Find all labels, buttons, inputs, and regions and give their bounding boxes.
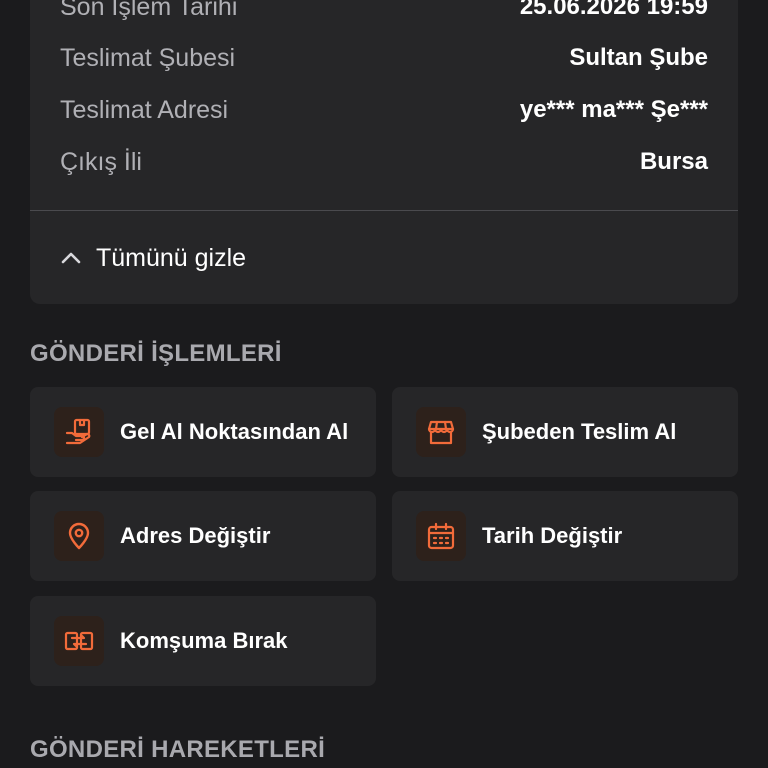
leave-with-neighbor-label: Komşuma Bırak bbox=[120, 628, 288, 653]
detail-row-delivery-address: Teslimat Adresi ye*** ma*** Şe*** bbox=[60, 90, 708, 130]
change-address-label: Adres Değiştir bbox=[120, 523, 271, 548]
map-pin-icon bbox=[54, 511, 104, 561]
hide-all-label: Tümünü gizle bbox=[96, 243, 247, 272]
shipment-details-card: Son İşlem Tarihi 25.06.2026 19:59 Teslim… bbox=[30, 0, 738, 304]
detail-label: Teslimat Şubesi bbox=[60, 43, 236, 72]
pickup-point-label: Gel Al Noktasından Al bbox=[120, 419, 349, 444]
hide-all-toggle[interactable]: Tümünü gizle bbox=[60, 238, 246, 278]
divider bbox=[30, 210, 738, 211]
detail-value: Sultan Şube bbox=[569, 44, 708, 71]
chevron-up-icon bbox=[60, 247, 82, 269]
calendar-icon bbox=[416, 511, 466, 561]
detail-value: Bursa bbox=[639, 148, 708, 175]
pickup-point-button[interactable]: Gel Al Noktasından Al bbox=[30, 387, 376, 477]
leave-with-neighbor-button[interactable]: Komşuma Bırak bbox=[30, 596, 376, 686]
branch-pickup-label: Şubeden Teslim Al bbox=[482, 419, 677, 444]
pickup-point-icon bbox=[54, 407, 104, 457]
branch-pickup-button[interactable]: Şubeden Teslim Al bbox=[392, 387, 738, 477]
detail-label: Teslimat Adresi bbox=[60, 95, 229, 124]
detail-value: ye*** ma*** Şe*** bbox=[519, 96, 708, 123]
neighbor-transfer-icon bbox=[54, 616, 104, 666]
change-date-button[interactable]: Tarih Değiştir bbox=[392, 491, 738, 581]
detail-label: Çıkış İli bbox=[60, 147, 142, 176]
detail-row-delivery-branch: Teslimat Şubesi Sultan Şube bbox=[60, 38, 708, 78]
store-icon bbox=[416, 407, 466, 457]
shipment-movements-title: GÖNDERİ HAREKETLERİ bbox=[30, 736, 326, 763]
detail-row-last-operation: Son İşlem Tarihi 25.06.2026 19:59 bbox=[60, 0, 708, 27]
change-date-label: Tarih Değiştir bbox=[482, 523, 623, 548]
detail-row-origin-city: Çıkış İli Bursa bbox=[60, 142, 708, 182]
shipment-actions-title: GÖNDERİ İŞLEMLERİ bbox=[30, 340, 282, 367]
detail-label: Son İşlem Tarihi bbox=[60, 0, 238, 21]
change-address-button[interactable]: Adres Değiştir bbox=[30, 491, 376, 581]
detail-value: 25.06.2026 19:59 bbox=[519, 0, 708, 20]
